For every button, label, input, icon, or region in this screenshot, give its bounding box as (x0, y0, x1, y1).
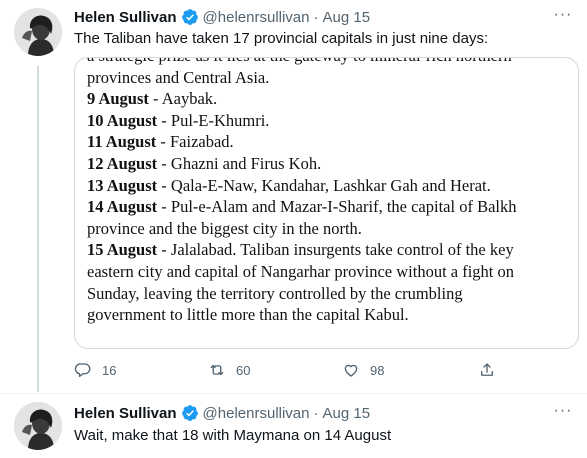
reply-icon (74, 363, 91, 378)
retweet-count: 60 (236, 362, 251, 378)
clipping-date: 13 August (87, 175, 158, 195)
tweet-date[interactable]: Aug 15 (323, 405, 371, 422)
clipping-text: - Pul-E-Khumri. (157, 110, 270, 130)
clipping-text: - Pul-e-Alam and Mazar-I-Sharif, the cap… (157, 197, 517, 217)
clipping-text: - Ghazni and Firus Koh. (157, 153, 322, 173)
clipping-line: government to little more than the capit… (87, 304, 572, 326)
avatar-image (14, 8, 62, 56)
tweet-2[interactable]: Helen Sullivan @helenrsullivan · Aug 15 … (0, 393, 587, 458)
clipping-date: 10 August (87, 110, 158, 130)
more-icon[interactable]: ··· (549, 6, 577, 26)
clipping-text: - Jalalabad. Taliban insurgents take con… (157, 240, 514, 260)
tweet-header: Helen Sullivan @helenrsullivan · Aug 15 (74, 7, 370, 27)
retweet-button[interactable]: 60 (208, 360, 250, 380)
separator-dot: · (313, 404, 319, 422)
clipping-text: eastern city and capital of Nangarhar pr… (87, 261, 515, 281)
reply-count: 16 (102, 362, 117, 378)
clipping-text: - Faizabad. (156, 132, 234, 152)
retweet-icon (210, 364, 224, 376)
tweet-text: The Taliban have taken 17 provincial cap… (74, 30, 489, 47)
clipping-text: province and the biggest city in the nor… (87, 218, 362, 238)
clipping-line: 14 August - Pul-e-Alam and Mazar-I-Shari… (87, 196, 572, 218)
clipping-text: - Qala-E-Naw, Kandahar, Lashkar Gah and … (157, 175, 491, 195)
author-handle[interactable]: @helenrsullivan (203, 9, 310, 26)
verified-badge-icon (181, 9, 198, 25)
thread-connector-line (37, 66, 39, 392)
clipping-text: Sunday, leaving the territory controlled… (87, 283, 463, 303)
clipping-line: provinces and Central Asia. (87, 67, 572, 89)
author-name[interactable]: Helen Sullivan (74, 405, 177, 422)
clipping-line: a strategic prize as it lies at the gate… (87, 58, 572, 67)
verified-badge-icon (181, 405, 198, 421)
clipping-line: 10 August - Pul-E-Khumri. (87, 110, 572, 132)
like-button[interactable]: 98 (342, 360, 384, 380)
tweet-media-image[interactable]: a strategic prize as it lies at the gate… (74, 57, 579, 349)
clipping-line: 13 August - Qala-E-Naw, Kandahar, Lashka… (87, 175, 572, 197)
clipping-date: 9 August (87, 89, 149, 109)
clipping-date: 11 August (87, 132, 157, 152)
avatar-image (14, 402, 62, 450)
share-icon (481, 363, 493, 376)
clipping-line: eastern city and capital of Nangarhar pr… (87, 261, 572, 283)
clipping-date: 14 August (87, 197, 158, 217)
avatar[interactable] (14, 402, 62, 450)
share-button[interactable] (478, 360, 506, 380)
clipping-text: government to little more than the capit… (87, 305, 409, 325)
tweet-date[interactable]: Aug 15 (323, 9, 371, 26)
clipping-line: 15 August - Jalalabad. Taliban insurgent… (87, 239, 572, 261)
clipping-line: 12 August - Ghazni and Firus Koh. (87, 153, 572, 175)
article-clipping-text: a strategic prize as it lies at the gate… (87, 58, 572, 326)
clipping-line: 11 August - Faizabad. (87, 131, 572, 153)
clipping-line: 9 August - Aaybak. (87, 88, 572, 110)
separator-dot: · (313, 8, 319, 26)
tweet-1[interactable]: Helen Sullivan @helenrsullivan · Aug 15 … (0, 0, 587, 393)
clipping-text: provinces and Central Asia. (87, 67, 270, 87)
more-icon[interactable]: ··· (549, 402, 577, 422)
clipping-text: - Aaybak. (148, 89, 218, 109)
like-icon (344, 364, 358, 377)
tweet-text: Wait, make that 18 with Maymana on 14 Au… (74, 427, 392, 444)
clipping-date: 12 August (87, 153, 158, 173)
clipping-text: a strategic prize as it lies at the gate… (87, 58, 512, 65)
author-handle[interactable]: @helenrsullivan (203, 405, 310, 422)
clipping-date: 15 August (87, 240, 158, 260)
author-name[interactable]: Helen Sullivan (74, 9, 177, 26)
tweet-header: Helen Sullivan @helenrsullivan · Aug 15 (74, 403, 370, 423)
like-count: 98 (370, 362, 385, 378)
avatar[interactable] (14, 8, 62, 56)
clipping-line: province and the biggest city in the nor… (87, 218, 572, 240)
clipping-line: Sunday, leaving the territory controlled… (87, 283, 572, 305)
reply-button[interactable]: 16 (74, 360, 116, 380)
tweet-actions: 16 60 98 (74, 360, 504, 380)
